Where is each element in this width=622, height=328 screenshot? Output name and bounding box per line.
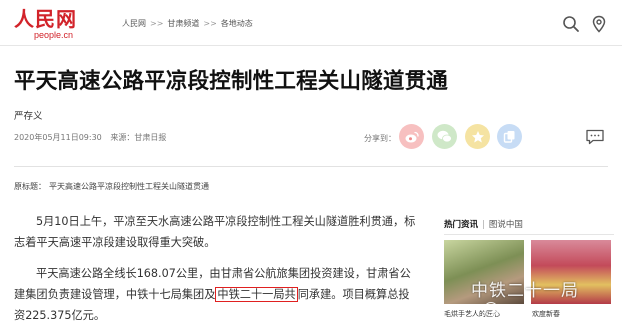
tab-hot-news[interactable]: 热门资讯 — [444, 220, 478, 230]
search-icon[interactable] — [562, 15, 580, 33]
wechat-icon — [437, 130, 452, 143]
logo-text: 人民网 — [14, 7, 77, 31]
copy-icon — [503, 131, 515, 143]
article-title: 平天高速公路平凉段控制性工程关山隧道贯通 — [14, 69, 449, 94]
share-label: 分享到： — [364, 134, 396, 143]
copy-link-button[interactable] — [497, 124, 522, 149]
article-meta: 2020年05月11日09:30 来源：甘肃日报 — [14, 132, 166, 143]
sidebar-tabs: 热门资讯 | 图说中国 — [444, 218, 523, 230]
thumbnail-caption[interactable]: 欢度新春 — [532, 309, 560, 319]
watermark-logo — [484, 302, 498, 316]
star-icon — [471, 130, 484, 142]
tab-separator: | — [482, 220, 485, 230]
divider — [14, 166, 608, 167]
watermark-text: 中铁二十一局 — [471, 281, 579, 301]
breadcrumb-item-channel[interactable]: 甘肃频道 — [167, 18, 199, 29]
article-source: 来源：甘肃日报 — [110, 133, 167, 142]
breadcrumb-separator: >> — [203, 19, 217, 28]
breadcrumb-item-section[interactable]: 各地动态 — [221, 18, 253, 29]
original-title-label: 原标题： — [14, 182, 46, 191]
article-author: 严存义 — [14, 111, 43, 122]
article-paragraph: 平天高速公路全线长168.07公里，由甘肃省公航旅集团投资建设，甘肃省公建集团负… — [14, 263, 418, 326]
tab-picture-china[interactable]: 图说中国 — [489, 220, 523, 230]
logo-domain: people.cn — [34, 30, 74, 40]
share-qzone-button[interactable] — [465, 124, 490, 149]
publish-date: 2020年05月11日09:30 — [14, 133, 102, 142]
share-wechat-button[interactable] — [432, 124, 457, 149]
comment-icon[interactable] — [585, 129, 605, 145]
sidebar-divider — [444, 234, 614, 235]
breadcrumb-item-home[interactable]: 人民网 — [122, 18, 146, 29]
original-title-text: 平天高速公路平凉段控制性工程关山隧道贯通 — [49, 182, 209, 191]
site-header: 人民网 people.cn 人民网 >> 甘肃频道 >> 各地动态 — [0, 0, 622, 46]
weibo-icon — [405, 131, 419, 142]
breadcrumb: 人民网 >> 甘肃频道 >> 各地动态 — [122, 18, 253, 29]
sidebar: 热门资讯 | 图说中国 毛烘手艺人的匠心 欢度新春 — [436, 212, 622, 328]
site-logo[interactable]: 人民网 people.cn — [14, 8, 94, 40]
original-title: 原标题： 平天高速公路平凉段控制性工程关山隧道贯通 — [14, 181, 209, 192]
paragraph-text: 5月10日上午，平凉至天水高速公路平凉段控制性工程关山隧道胜利贯通，标志着平天高… — [14, 215, 416, 249]
breadcrumb-separator: >> — [150, 19, 164, 28]
article-paragraph: 5月10日上午，平凉至天水高速公路平凉段控制性工程关山隧道胜利贯通，标志着平天高… — [14, 211, 418, 253]
share-weibo-button[interactable] — [399, 124, 424, 149]
highlighted-text: 中铁二十一局共 — [215, 287, 298, 302]
location-icon[interactable] — [590, 15, 608, 33]
